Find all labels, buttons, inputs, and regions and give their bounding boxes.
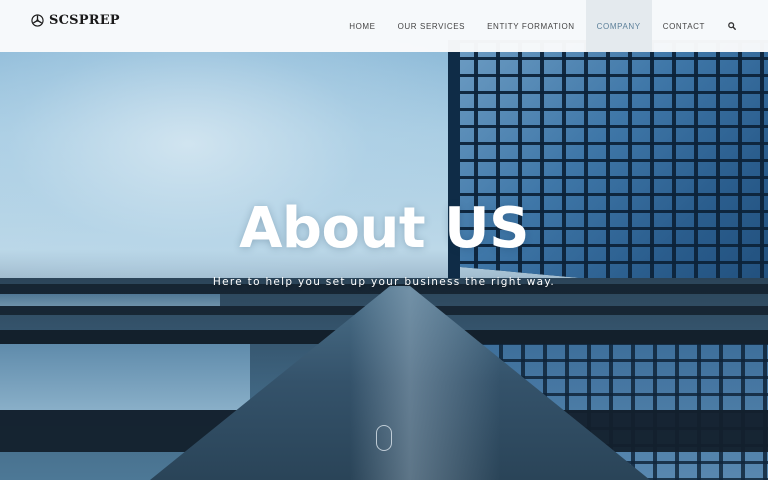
roof-pane	[0, 344, 250, 410]
roof-pane	[0, 294, 220, 306]
aircraft-propeller-icon	[31, 14, 44, 27]
brand-name: SCSPREP	[49, 13, 120, 28]
navbar: SCSPREP HOME OUR SERVICES ENTITY FORMATI…	[0, 0, 768, 52]
main-menu: HOME OUR SERVICES ENTITY FORMATION COMPA…	[338, 0, 736, 52]
search-button[interactable]	[716, 0, 736, 52]
page-subtitle: Here to help you set up your business th…	[212, 276, 556, 288]
nav-item-home[interactable]: HOME	[338, 0, 386, 52]
nav-item-our-services[interactable]: OUR SERVICES	[387, 0, 477, 52]
mouse-scroll-icon[interactable]	[376, 425, 392, 451]
nav-item-company[interactable]: COMPANY	[585, 0, 652, 52]
page-title: About US	[239, 196, 529, 261]
nav-item-contact[interactable]: CONTACT	[652, 0, 716, 52]
logo-link[interactable]: SCSPREP	[31, 13, 120, 28]
sky-glow	[0, 40, 470, 300]
search-icon	[728, 22, 736, 30]
nav-item-entity-formation[interactable]: ENTITY FORMATION	[476, 0, 586, 52]
